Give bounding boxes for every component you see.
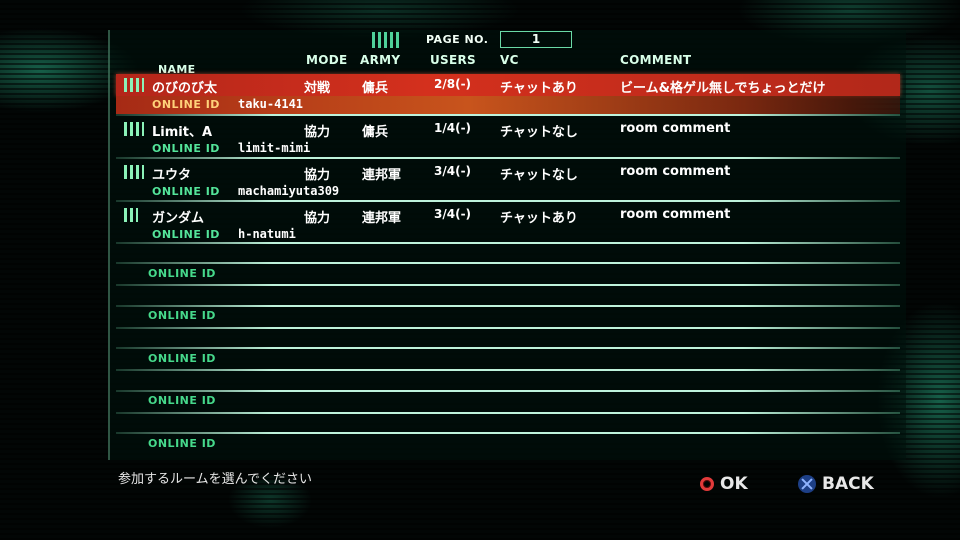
room-row[interactable]: のびのび太 対戦 傭兵 2/8(-) チャットあり ビーム&格ゲル無しでちょっと…	[116, 74, 900, 116]
room-comment: room comment	[620, 207, 731, 222]
room-name: ユウタ	[152, 168, 192, 183]
room-status-bars-icon	[124, 165, 144, 179]
room-row[interactable]: Limit、A 協力 傭兵 1/4(-) チャットなし room comment…	[116, 114, 900, 160]
room-army: 連邦軍	[362, 168, 402, 183]
row-divider	[116, 390, 900, 392]
header-army: ARMY	[360, 53, 401, 67]
empty-room-slot[interactable]	[116, 374, 900, 416]
ok-button[interactable]: OK	[700, 474, 748, 494]
header-comment: COMMENT	[620, 53, 692, 67]
row-divider	[116, 412, 900, 414]
back-button[interactable]: BACK	[798, 474, 874, 494]
room-row-main[interactable]: Limit、A 協力 傭兵 1/4(-) チャットなし room comment	[116, 118, 900, 140]
online-id-label: ONLINE ID	[152, 228, 220, 241]
room-online-id-row: ONLINE ID limit-mimi	[116, 140, 900, 158]
room-comment: ビーム&格ゲル無しでちょっとだけ	[620, 81, 826, 96]
room-mode: 協力	[304, 211, 331, 226]
row-divider	[116, 305, 900, 307]
page-bars-decoration	[372, 32, 402, 48]
empty-room-slot[interactable]	[116, 289, 900, 331]
room-row-main[interactable]: ユウタ 協力 連邦軍 3/4(-) チャットなし room comment	[116, 161, 900, 183]
row-divider	[116, 347, 900, 349]
page-indicator: PAGE NO. 1	[372, 30, 572, 48]
header-users: USERS	[430, 53, 476, 67]
room-row[interactable]: ガンダム 協力 連邦軍 3/4(-) チャットあり room comment O…	[116, 200, 900, 246]
room-vc: チャットなし	[500, 125, 578, 140]
page-label: PAGE NO.	[426, 33, 489, 46]
room-mode: 対戦	[304, 81, 331, 96]
row-divider	[116, 114, 900, 116]
empty-online-id-label: ONLINE ID	[148, 352, 216, 365]
room-comment: room comment	[620, 164, 731, 179]
online-id-value: taku-4141	[238, 97, 304, 111]
empty-online-id-label: ONLINE ID	[148, 309, 216, 322]
online-id-label: ONLINE ID	[152, 185, 220, 198]
room-army: 傭兵	[362, 125, 389, 140]
circle-button-icon	[700, 477, 714, 491]
row-divider	[116, 327, 900, 329]
room-vc: チャットあり	[500, 211, 578, 226]
row-divider	[116, 242, 900, 244]
row-divider	[116, 200, 900, 202]
row-divider	[116, 284, 900, 286]
cross-button-icon	[798, 475, 816, 493]
online-id-value: limit-mimi	[238, 141, 311, 155]
row-divider	[116, 432, 900, 434]
room-vc: チャットあり	[500, 81, 578, 96]
row-divider	[116, 157, 900, 159]
room-users: 2/8(-)	[434, 77, 472, 91]
empty-online-id-label: ONLINE ID	[148, 394, 216, 407]
row-divider	[116, 369, 900, 371]
room-name: のびのび太	[152, 81, 218, 96]
room-mode: 協力	[304, 125, 331, 140]
room-vc: チャットなし	[500, 168, 578, 183]
back-label: BACK	[822, 474, 874, 494]
online-id-value: machamiyuta309	[238, 184, 340, 198]
room-name: Limit、A	[152, 125, 213, 140]
empty-online-id-label: ONLINE ID	[148, 267, 216, 280]
room-comment: room comment	[620, 121, 731, 136]
room-status-bars-icon	[124, 208, 138, 222]
room-status-bars-icon	[124, 122, 144, 136]
empty-room-slot[interactable]	[116, 246, 900, 288]
room-army: 連邦軍	[362, 211, 402, 226]
room-status-bars-icon	[124, 78, 144, 92]
empty-room-slot[interactable]	[116, 416, 900, 458]
room-army: 傭兵	[362, 81, 389, 96]
online-id-value: h-natumi	[238, 227, 296, 241]
room-online-id-row: ONLINE ID machamiyuta309	[116, 183, 900, 201]
room-row-main[interactable]: ガンダム 協力 連邦軍 3/4(-) チャットあり room comment	[116, 204, 900, 226]
header-mode: MODE	[306, 53, 348, 67]
room-mode: 協力	[304, 168, 331, 183]
page-number: 1	[500, 31, 572, 48]
ok-label: OK	[720, 474, 748, 494]
room-row-main[interactable]: のびのび太 対戦 傭兵 2/8(-) チャットあり ビーム&格ゲル無しでちょっと…	[116, 74, 900, 96]
room-users: 3/4(-)	[434, 207, 472, 221]
empty-room-slot[interactable]	[116, 331, 900, 373]
room-users: 1/4(-)	[434, 121, 472, 135]
online-id-label: ONLINE ID	[152, 142, 220, 155]
room-name: ガンダム	[152, 211, 205, 226]
row-divider	[116, 262, 900, 264]
room-row[interactable]: ユウタ 協力 連邦軍 3/4(-) チャットなし room comment ON…	[116, 157, 900, 203]
instruction-text: 参加するルームを選んでください	[118, 472, 312, 487]
empty-online-id-label: ONLINE ID	[148, 437, 216, 450]
room-users: 3/4(-)	[434, 164, 472, 178]
header-vc: VC	[500, 53, 519, 67]
room-online-id-row: ONLINE ID taku-4141	[116, 96, 900, 114]
online-id-label: ONLINE ID	[152, 98, 220, 111]
